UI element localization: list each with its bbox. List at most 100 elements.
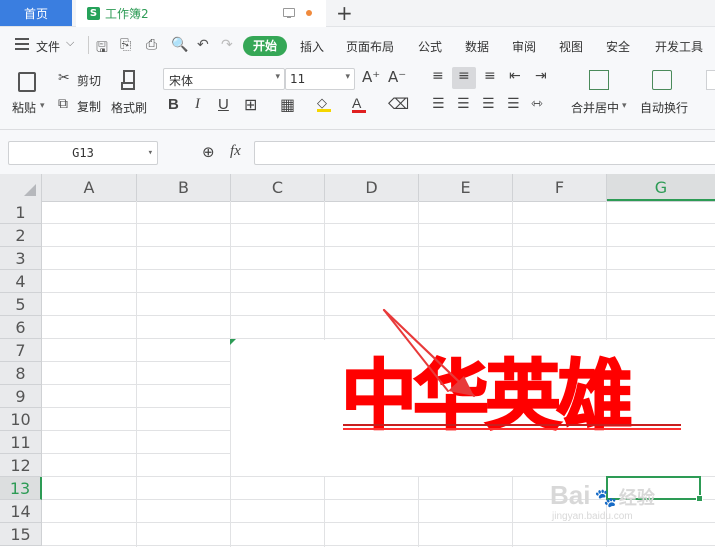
undo-icon[interactable]: ↶	[197, 37, 209, 53]
formula-input[interactable]	[254, 141, 715, 165]
indent-increase-icon[interactable]: ⇥	[535, 68, 547, 84]
menu-review[interactable]: 审阅	[512, 38, 536, 55]
merge-center-button[interactable]: 合并居中	[571, 99, 619, 116]
row-header-15[interactable]: 15	[0, 523, 42, 546]
column-header-f[interactable]: F	[513, 174, 607, 201]
column-header-a[interactable]: A	[42, 174, 137, 201]
paste-dropdown-icon[interactable]: ▾	[40, 101, 45, 111]
align-right-icon[interactable]: ☰	[482, 96, 495, 112]
font-name-value: 宋体	[169, 74, 194, 88]
zoom-icon[interactable]: ⊕	[202, 143, 215, 161]
row-header-13[interactable]: 13	[0, 477, 42, 500]
align-top-icon[interactable]: ≡	[432, 68, 444, 84]
redo-icon[interactable]: ↷	[221, 37, 233, 53]
select-all-corner[interactable]	[0, 174, 42, 201]
paste-icon[interactable]	[18, 72, 36, 92]
copy-icon[interactable]: ⧉	[58, 96, 68, 112]
italic-icon[interactable]: I	[195, 96, 200, 113]
bold-icon[interactable]: B	[168, 96, 179, 113]
row-header-8[interactable]: 8	[0, 362, 42, 385]
row-header-14[interactable]: 14	[0, 500, 42, 523]
annotation-arrow-icon	[382, 308, 476, 398]
export-icon[interactable]: ⎘	[120, 37, 131, 53]
watermark-paw-icon: 🐾	[594, 488, 617, 508]
save-icon[interactable]: 🖫	[96, 37, 108, 61]
column-header-g[interactable]: G	[607, 174, 715, 201]
menu-security[interactable]: 安全	[606, 38, 630, 55]
number-format-select[interactable]	[706, 70, 715, 90]
underline-icon[interactable]: U	[218, 96, 229, 113]
wordart-underline	[343, 428, 681, 430]
menu-formula[interactable]: 公式	[418, 38, 442, 55]
font-name-select[interactable]: 宋体 ▾	[163, 68, 285, 90]
row-header-7[interactable]: 7	[0, 339, 42, 362]
name-box[interactable]: G13 ▾	[8, 141, 158, 165]
scissors-icon[interactable]: ✂	[58, 70, 70, 86]
select-all-triangle-icon	[24, 184, 36, 196]
cut-button[interactable]: 剪切	[77, 72, 101, 89]
row-header-3[interactable]: 3	[0, 247, 42, 270]
font-size-select[interactable]: 11 ▾	[285, 68, 355, 90]
align-middle-button[interactable]: ≡	[452, 67, 476, 89]
menu-insert[interactable]: 插入	[300, 38, 324, 55]
row-header-9[interactable]: 9	[0, 385, 42, 408]
chevron-down-icon: ▾	[147, 148, 153, 158]
menu-view[interactable]: 视图	[559, 38, 583, 55]
row-header-6[interactable]: 6	[0, 316, 42, 339]
function-icon[interactable]: fx	[230, 143, 241, 160]
watermark-url: jingyan.baidu.com	[552, 511, 633, 522]
indent-decrease-icon[interactable]: ⇤	[509, 68, 521, 84]
border-icon[interactable]: ⊞	[244, 95, 257, 114]
format-painter-button[interactable]: 格式刷	[111, 99, 147, 116]
fill-pattern-icon[interactable]: ▦	[280, 95, 295, 114]
menu-file[interactable]: 文件	[36, 38, 60, 55]
row-header-12[interactable]: 12	[0, 454, 42, 477]
new-tab-button[interactable]: +	[336, 1, 353, 25]
unsaved-dot-icon	[306, 10, 312, 16]
column-header-c[interactable]: C	[231, 174, 325, 201]
row-header-5[interactable]: 5	[0, 293, 42, 316]
column-header-d[interactable]: D	[325, 174, 419, 201]
divider	[88, 36, 89, 54]
spreadsheet-logo-icon: S	[87, 7, 100, 20]
align-center-icon[interactable]: ☰	[457, 96, 470, 112]
column-header-e[interactable]: E	[419, 174, 513, 201]
shrink-font-button[interactable]: A⁻	[388, 68, 406, 86]
align-left-icon[interactable]: ☰	[432, 96, 445, 112]
selection-handle-icon	[230, 339, 236, 345]
wrap-text-icon[interactable]	[652, 70, 672, 90]
fill-color-icon[interactable]: ◇	[317, 96, 331, 112]
format-painter-icon[interactable]	[121, 70, 137, 92]
paste-button[interactable]: 粘贴	[12, 99, 36, 116]
chevron-down-icon[interactable]: ⌵	[66, 36, 74, 50]
menu-developer[interactable]: 开发工具	[655, 38, 703, 55]
print-preview-icon[interactable]: 🔍	[171, 37, 188, 53]
hamburger-icon[interactable]	[15, 38, 29, 50]
align-bottom-icon[interactable]: ≡	[484, 68, 496, 84]
justify-icon[interactable]: ☰	[507, 96, 520, 112]
align-middle-icon: ≡	[458, 68, 470, 84]
print-icon[interactable]: ⎙	[146, 37, 157, 53]
eraser-icon[interactable]: ⌫	[388, 95, 409, 113]
distributed-icon[interactable]: ⇿	[531, 96, 543, 112]
menu-home-tab[interactable]: 开始	[243, 36, 287, 56]
monitor-icon[interactable]	[283, 8, 295, 18]
copy-button[interactable]: 复制	[77, 98, 101, 115]
row-header-2[interactable]: 2	[0, 224, 42, 247]
merge-center-icon[interactable]	[589, 70, 609, 90]
menu-page-layout[interactable]: 页面布局	[346, 38, 394, 55]
menu-data[interactable]: 数据	[465, 38, 489, 55]
row-header-4[interactable]: 4	[0, 270, 42, 293]
chevron-down-icon[interactable]: ▾	[622, 101, 627, 111]
watermark-brand2: 经验	[618, 488, 655, 508]
row-header-10[interactable]: 10	[0, 408, 42, 431]
name-box-value: G13	[72, 146, 94, 160]
grow-font-button[interactable]: A⁺	[362, 68, 380, 86]
font-color-icon[interactable]: A	[352, 95, 366, 113]
row-header-11[interactable]: 11	[0, 431, 42, 454]
auto-wrap-button[interactable]: 自动换行	[640, 99, 688, 116]
font-size-value: 11	[290, 72, 306, 86]
tab-home[interactable]: 首页	[0, 0, 72, 26]
column-header-b[interactable]: B	[137, 174, 231, 201]
row-header-1[interactable]: 1	[0, 201, 42, 224]
